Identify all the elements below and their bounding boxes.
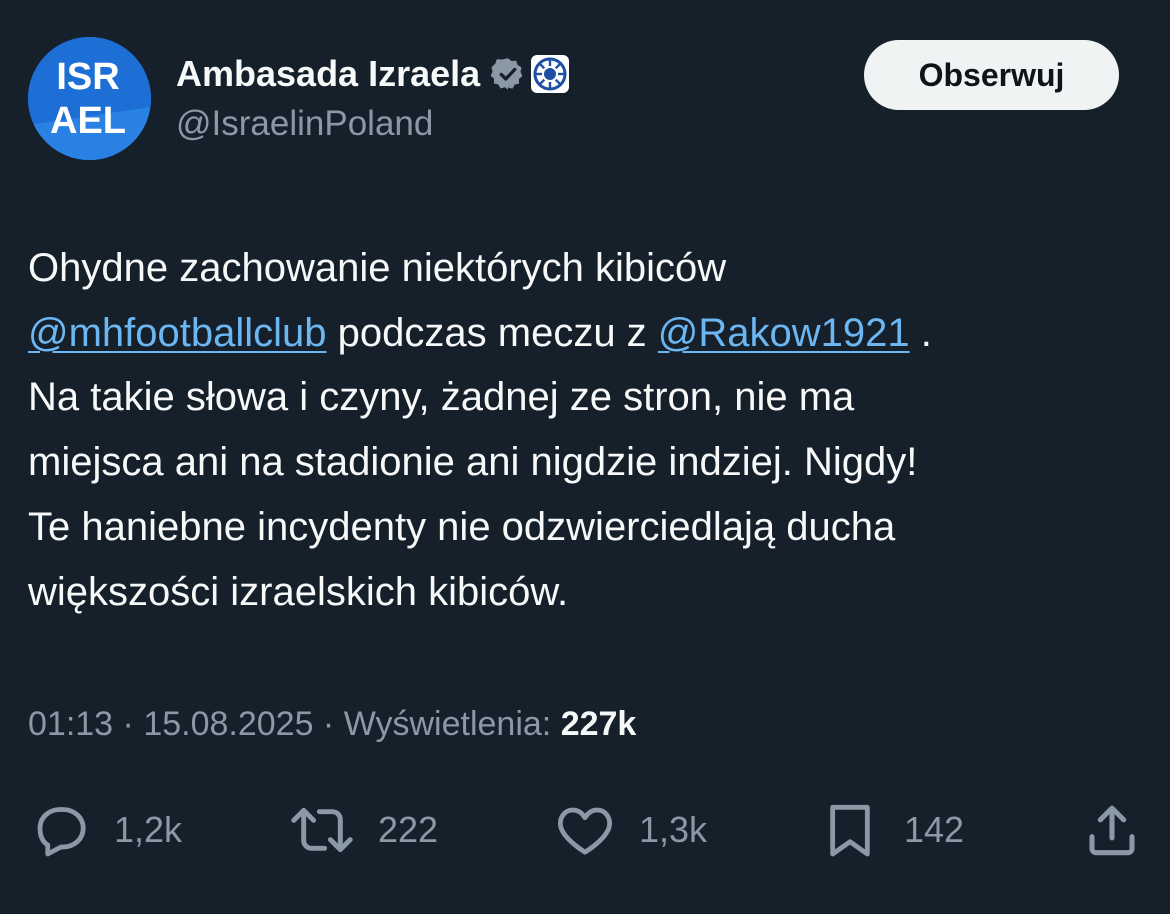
verified-badge-icon[interactable] (490, 56, 526, 92)
share-button[interactable] (1080, 790, 1144, 870)
tweet-time[interactable]: 01:13 (28, 705, 113, 743)
avatar[interactable]: ISR AEL (28, 37, 151, 160)
repost-icon (291, 807, 353, 853)
tweet-line: miejsca ani na stadionie ani nigdzie ind… (28, 440, 918, 485)
tweet-line: większości izraelskich kibiców. (28, 569, 569, 614)
author-name-row: Ambasada Izraela (176, 52, 570, 96)
tweet-text-segment: . (909, 310, 932, 355)
tweet-line: @mhfootballclub podczas meczu z @Rakow19… (28, 301, 1138, 366)
israel-logo-avatar: ISR AEL (28, 37, 151, 160)
repost-count: 222 (378, 809, 439, 850)
meta-separator: · (113, 705, 144, 743)
svg-text:AEL: AEL (50, 100, 126, 142)
mention-link[interactable]: @Rakow1921 (658, 311, 910, 355)
reply-icon (37, 807, 86, 857)
follow-button[interactable]: Obserwuj (864, 40, 1119, 110)
tweet-text: Ohydne zachowanie niektórych kibiców @mh… (28, 236, 1138, 624)
display-name[interactable]: Ambasada Izraela (176, 53, 480, 95)
share-icon (1089, 805, 1135, 856)
views-label: Wyświetlenia: (343, 705, 561, 743)
tweet-meta: 01:13 · 15.08.2025 · Wyświetlenia: 227k (28, 705, 636, 744)
tweet-text-segment: podczas meczu z (326, 310, 658, 355)
bookmark-icon (830, 804, 870, 857)
like-button[interactable]: 1,3k (553, 790, 707, 870)
reply-button[interactable]: 1,2k (28, 790, 182, 870)
tweet-date[interactable]: 15.08.2025 (143, 705, 313, 743)
meta-separator: · (313, 705, 344, 743)
repost-button[interactable]: 222 (288, 790, 438, 870)
bookmark-count: 142 (904, 809, 965, 850)
tweet-line: Te haniebne incydenty nie odzwierciedlaj… (28, 504, 896, 549)
tweet-line: Na takie słowa i czyny, żadnej ze stron,… (28, 375, 855, 420)
israel-emblem-icon[interactable] (530, 54, 570, 94)
like-count: 1,3k (639, 809, 708, 850)
heart-icon (557, 807, 613, 855)
tweet-line: Ohydne zachowanie niektórych kibiców (28, 246, 727, 290)
svg-text:ISR: ISR (56, 56, 119, 98)
bookmark-button[interactable]: 142 (818, 790, 964, 870)
mention-link[interactable]: @mhfootballclub (28, 311, 327, 355)
views-count: 227k (560, 705, 637, 743)
reply-count: 1,2k (114, 809, 183, 850)
author-handle[interactable]: @IsraelinPoland (176, 104, 433, 144)
action-bar: 1,2k 222 1,3k 142 (0, 790, 1170, 870)
